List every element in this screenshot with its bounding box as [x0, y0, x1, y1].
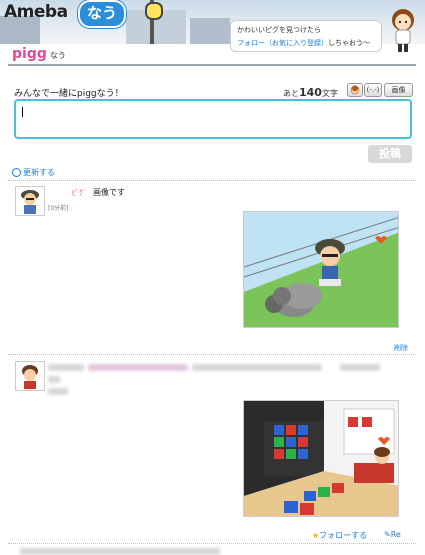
- blurred-text: [88, 364, 188, 371]
- char-counter: あと140文字: [283, 86, 338, 99]
- reply-button[interactable]: ✎Re: [384, 530, 401, 539]
- refresh-label: 更新する: [23, 168, 55, 177]
- reply-label: Re: [390, 530, 401, 539]
- channel-suffix: なう: [49, 51, 66, 60]
- ameba-logo[interactable]: Ameba: [4, 2, 68, 22]
- post-username[interactable]: ﾋﾟｸﾞ: [72, 188, 86, 198]
- channel-title: pigg なう: [12, 46, 66, 62]
- post-text: 画像です: [93, 188, 125, 197]
- delete-link[interactable]: 削除: [394, 343, 408, 353]
- boy-avatar-icon: [16, 187, 44, 215]
- post-image-scene: [244, 212, 398, 327]
- avatar-insert-button[interactable]: [347, 83, 363, 97]
- follow-hint-bubble: かわいいピグを見つけたら フォロー（お気に入り登録）しちゃおう～: [230, 20, 382, 52]
- divider: [8, 543, 416, 544]
- blurred-username: [48, 364, 84, 371]
- face-icon: [350, 85, 360, 95]
- refresh-icon: [12, 168, 21, 177]
- composer-prompt: みんなで一緒にpiggなう！: [14, 89, 124, 99]
- follow-label: フォローする: [319, 531, 368, 540]
- lamp-light-icon: [145, 2, 163, 20]
- follow-button[interactable]: ★フォローする: [312, 530, 367, 541]
- boy-avatar-icon: [16, 362, 44, 390]
- post-image[interactable]: [243, 211, 399, 328]
- post-image-scene: [244, 401, 398, 516]
- avatar[interactable]: [15, 361, 45, 391]
- emoticon-button[interactable]: (-.-): [364, 83, 382, 97]
- image-button[interactable]: 画像: [384, 83, 413, 97]
- count-prefix: あと: [283, 89, 299, 98]
- refresh-link[interactable]: 更新する: [12, 167, 55, 178]
- nau-logo-badge[interactable]: なう: [78, 0, 126, 28]
- blurred-time: [48, 388, 68, 395]
- hint-text: かわいいピグを見つけたら: [237, 26, 321, 34]
- building: [190, 18, 230, 44]
- blurred-text: [340, 364, 380, 371]
- post-button[interactable]: 投稿: [368, 145, 412, 163]
- reply-icon: ✎: [384, 530, 391, 539]
- divider: [8, 354, 416, 355]
- post-time: [0分前]: [48, 205, 69, 212]
- blurred-next-post: [20, 548, 220, 555]
- count-suffix: 文字: [321, 89, 338, 98]
- text-caret: [22, 107, 23, 117]
- girl-avatar-icon: [392, 9, 414, 52]
- divider: [8, 64, 416, 66]
- channel-name: pigg: [12, 46, 47, 62]
- hint-suffix: しちゃおう～: [328, 39, 370, 47]
- post-textarea[interactable]: [14, 99, 412, 139]
- avatar[interactable]: [15, 186, 45, 216]
- post-image[interactable]: [243, 400, 399, 517]
- divider: [8, 180, 416, 181]
- count-value: 140: [299, 86, 322, 99]
- follow-link[interactable]: フォロー（お気に入り登録）: [237, 39, 328, 47]
- blurred-text: [192, 364, 322, 371]
- hint-line2: フォロー（お気に入り登録）しちゃおう～: [237, 38, 370, 48]
- blurred-text: [48, 376, 60, 383]
